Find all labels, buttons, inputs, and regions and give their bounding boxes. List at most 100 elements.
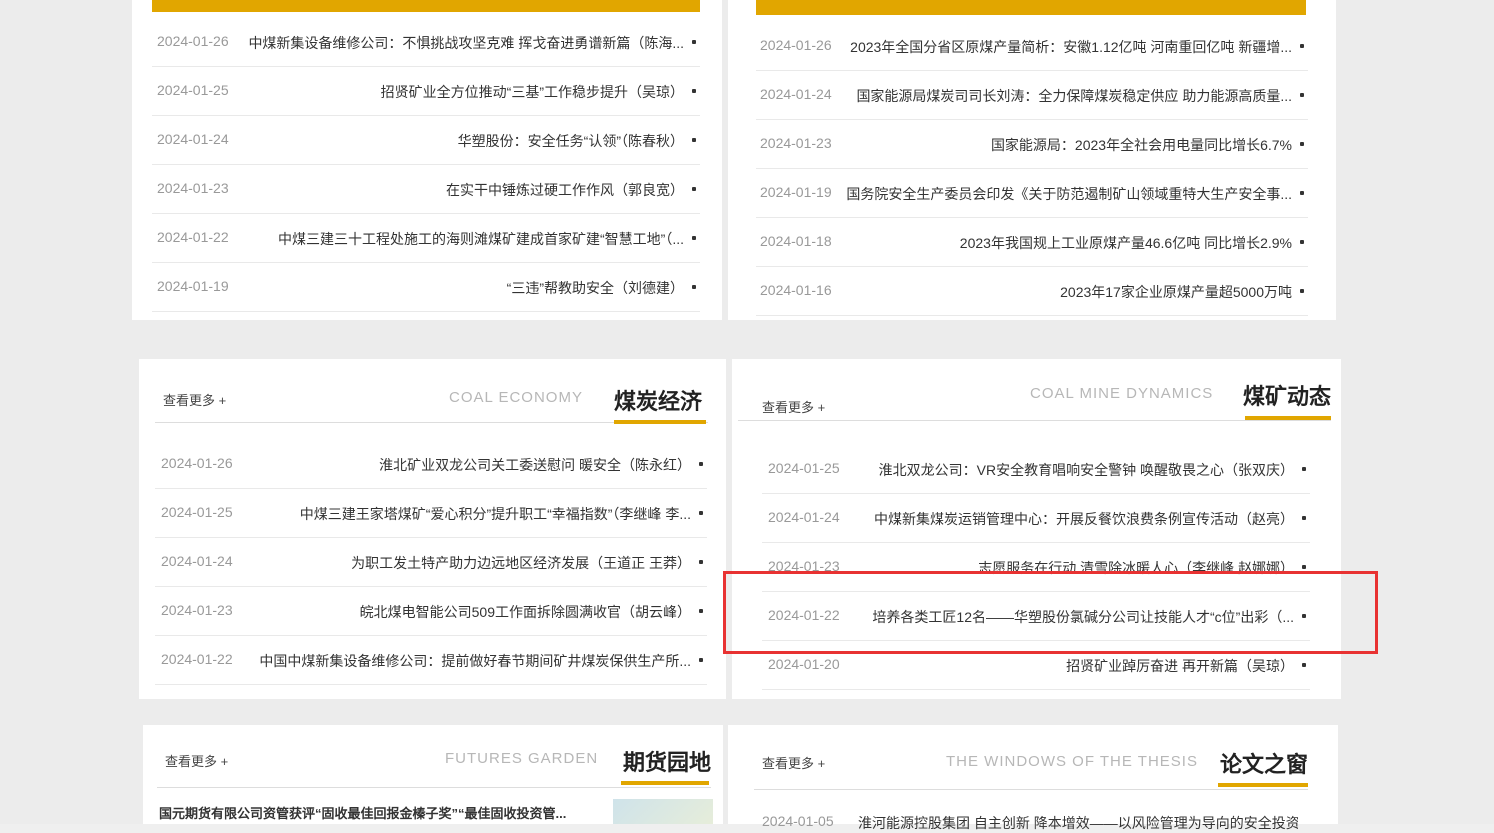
section-title: 期货园地 [622,750,711,775]
bullet-dot-icon [1300,240,1304,244]
news-date: 2024-01-20 [768,656,840,672]
news-date: 2024-01-26 [760,37,832,53]
bullet-dot-icon [1300,191,1304,195]
news-date: 2024-01-25 [768,460,840,476]
news-title[interactable]: 中国中煤新集设备维修公司：提前做好春节期间矿井煤炭保供生产所... [259,651,691,671]
news-date: 2024-01-25 [161,504,233,520]
section-title: 煤矿动态 [1242,384,1331,409]
news-date: 2024-01-26 [161,455,233,471]
news-title[interactable]: “三违”帮教助安全（刘德建） [507,278,684,298]
news-title[interactable]: 中煤三建三十工程处施工的海则滩煤矿建成首家矿建“智慧工地”（... [278,229,684,249]
bullet-dot-icon [1302,467,1306,471]
bullet-dot-icon [692,187,696,191]
news-date: 2024-01-23 [157,180,229,196]
news-row[interactable]: 中国中煤新集设备维修公司：提前做好春节期间矿井煤炭保供生产所... 2024-01… [155,636,707,685]
bullet-dot-icon [692,285,696,289]
section-title-en: COAL MINE DYNAMICS [1030,385,1214,402]
news-title[interactable]: 招贤矿业全方位推动“三基”工作稳步提升（吴琼） [381,82,684,102]
bullet-dot-icon [1300,142,1304,146]
news-title[interactable]: 皖北煤电智能公司509工作面拆除圆满收官（胡云峰） [360,602,691,622]
news-row[interactable]: 2023年17家企业原煤产量超5000万吨 2024-01-16 [756,267,1308,316]
section-title-en: THE WINDOWS OF THE THESIS [946,753,1198,770]
section-title-underline [621,781,709,785]
news-row[interactable]: 淮北双龙公司：VR安全教育唱响安全警钟 唤醒敬畏之心（张双庆） 2024-01-2… [762,445,1310,494]
news-title[interactable]: 国家能源局煤炭司司长刘涛：全力保障煤炭稳定供应 助力能源高质量... [856,86,1292,106]
news-title[interactable]: 招贤矿业踔厉奋进 再开新篇（吴琼） [1066,656,1294,676]
section-divider [738,420,1331,421]
bullet-dot-icon [1300,289,1304,293]
news-title[interactable]: 为职工发土特产助力边远地区经济发展（王道正 王莽） [351,553,691,573]
section-title-underline [1218,783,1308,787]
bullet-dot-icon [1302,565,1306,569]
view-more-link[interactable]: 查看更多 + [762,397,825,416]
news-row[interactable]: 国家能源局煤炭司司长刘涛：全力保障煤炭稳定供应 助力能源高质量... 2024-0… [756,71,1308,120]
news-row[interactable]: 在实干中锤炼过硬工作作风（郭良宽） 2024-01-23 [152,165,700,214]
news-row[interactable]: 国务院安全生产委员会印发《关于防范遏制矿山领域重特大生产安全事... 2024-0… [756,169,1308,218]
futures-garden-panel: 期货园地 FUTURES GARDEN 查看更多 + 国元期货有限公司资管获评“… [143,725,723,824]
news-date: 2024-01-19 [760,184,832,200]
section-title: 论文之窗 [1219,752,1308,777]
news-row[interactable]: 中煤三建王家塔煤矿“爱心积分”提升职工“幸福指数”（李继峰 李... 2024-0… [155,489,707,538]
news-row[interactable]: 为职工发土特产助力边远地区经济发展（王道正 王莽） 2024-01-24 [155,538,707,587]
view-more-link[interactable]: 查看更多 + [163,390,226,409]
bullet-dot-icon [692,40,696,44]
news-row[interactable]: 皖北煤电智能公司509工作面拆除圆满收官（胡云峰） 2024-01-23 [155,587,707,636]
news-date: 2024-01-19 [157,278,229,294]
news-date: 2024-01-23 [760,135,832,151]
news-title[interactable]: 淮河能源控股集团 自主创新 降本增效——以风险管理为导向的安全投资创... [858,813,1298,833]
news-row[interactable]: 2023年全国分省区原煤产量简析：安徽1.12亿吨 河南重回亿吨 新疆增... 2… [756,22,1308,71]
news-title[interactable]: 国务院安全生产委员会印发《关于防范遏制矿山领域重特大生产安全事... [846,184,1292,204]
news-row[interactable]: 中煤新集设备维修公司：不惧挑战攻坚克难 挥戈奋进勇谱新篇（陈海... 2024-0… [152,18,700,67]
news-title[interactable]: 2023年17家企业原煤产量超5000万吨 [1060,282,1292,302]
featured-news-title[interactable]: 国元期货有限公司资管获评“固收最佳回报金榛子奖”“最佳固收投资管... [159,803,599,822]
news-title[interactable]: 中煤新集煤炭运销管理中心：开展反餐饮浪费条例宣传活动（赵亮） [874,509,1294,529]
news-date: 2024-01-24 [161,553,233,569]
bullet-dot-icon [699,560,703,564]
news-date: 2024-01-26 [157,33,229,49]
view-more-link[interactable]: 查看更多 + [165,751,228,770]
news-date: 2024-01-16 [760,282,832,298]
news-date: 2024-01-24 [157,131,229,147]
bullet-dot-icon [1300,93,1304,97]
news-date: 2024-01-05 [762,813,834,829]
gold-header-bar [756,0,1306,15]
news-title[interactable]: 在实干中锤炼过硬工作作风（郭良宽） [446,180,684,200]
bullet-dot-icon [1302,516,1306,520]
bullet-dot-icon [692,138,696,142]
news-title[interactable]: 2023年我国规上工业原煤产量46.6亿吨 同比增长2.9% [960,233,1292,253]
bullet-dot-icon [699,609,703,613]
news-title[interactable]: 2023年全国分省区原煤产量简析：安徽1.12亿吨 河南重回亿吨 新疆增... [850,37,1292,57]
bullet-dot-icon [699,511,703,515]
bullet-dot-icon [699,462,703,466]
news-title[interactable]: 中煤新集设备维修公司：不惧挑战攻坚克难 挥戈奋进勇谱新篇（陈海... [248,33,684,53]
news-row[interactable]: 中煤三建三十工程处施工的海则滩煤矿建成首家矿建“智慧工地”（... 2024-01… [152,214,700,263]
news-date: 2024-01-24 [768,509,840,525]
news-row[interactable]: 2023年我国规上工业原煤产量46.6亿吨 同比增长2.9% 2024-01-18 [756,218,1308,267]
bullet-dot-icon [1300,44,1304,48]
gold-header-bar [152,0,700,12]
view-more-link[interactable]: 查看更多 + [762,753,825,772]
bullet-dot-icon [699,658,703,662]
news-row[interactable]: “三违”帮教助安全（刘德建） 2024-01-19 [152,263,700,312]
news-title[interactable]: 中煤三建王家塔煤矿“爱心积分”提升职工“幸福指数”（李继峰 李... [300,504,691,524]
news-row[interactable]: 招贤矿业全方位推动“三基”工作稳步提升（吴琼） 2024-01-25 [152,67,700,116]
bullet-dot-icon [692,236,696,240]
section-divider [754,789,1308,790]
news-row[interactable]: 淮北矿业双龙公司关工委送慰问 暖安全（陈永红） 2024-01-26 [155,440,707,489]
section-title-underline [614,420,706,424]
news-thumbnail-image[interactable] [613,799,713,824]
news-date: 2024-01-18 [760,233,832,249]
news-date: 2024-01-22 [161,651,233,667]
news-title[interactable]: 国家能源局：2023年全社会用电量同比增长6.7% [991,135,1292,155]
news-row[interactable]: 华塑股份：安全任务“认领”（陈春秋） 2024-01-24 [152,116,700,165]
news-row[interactable]: 中煤新集煤炭运销管理中心：开展反餐饮浪费条例宣传活动（赵亮） 2024-01-24 [762,494,1310,543]
section-title-en: FUTURES GARDEN [445,750,599,767]
news-title[interactable]: 华塑股份：安全任务“认领”（陈春秋） [458,131,684,151]
news-row[interactable]: 国家能源局：2023年全社会用电量同比增长6.7% 2024-01-23 [756,120,1308,169]
news-date: 2024-01-25 [157,82,229,98]
bullet-dot-icon [692,89,696,93]
news-date: 2024-01-24 [760,86,832,102]
news-title[interactable]: 淮北双龙公司：VR安全教育唱响安全警钟 唤醒敬畏之心（张双庆） [879,460,1294,480]
news-date: 2024-01-23 [161,602,233,618]
news-title[interactable]: 淮北矿业双龙公司关工委送慰问 暖安全（陈永红） [379,455,691,475]
